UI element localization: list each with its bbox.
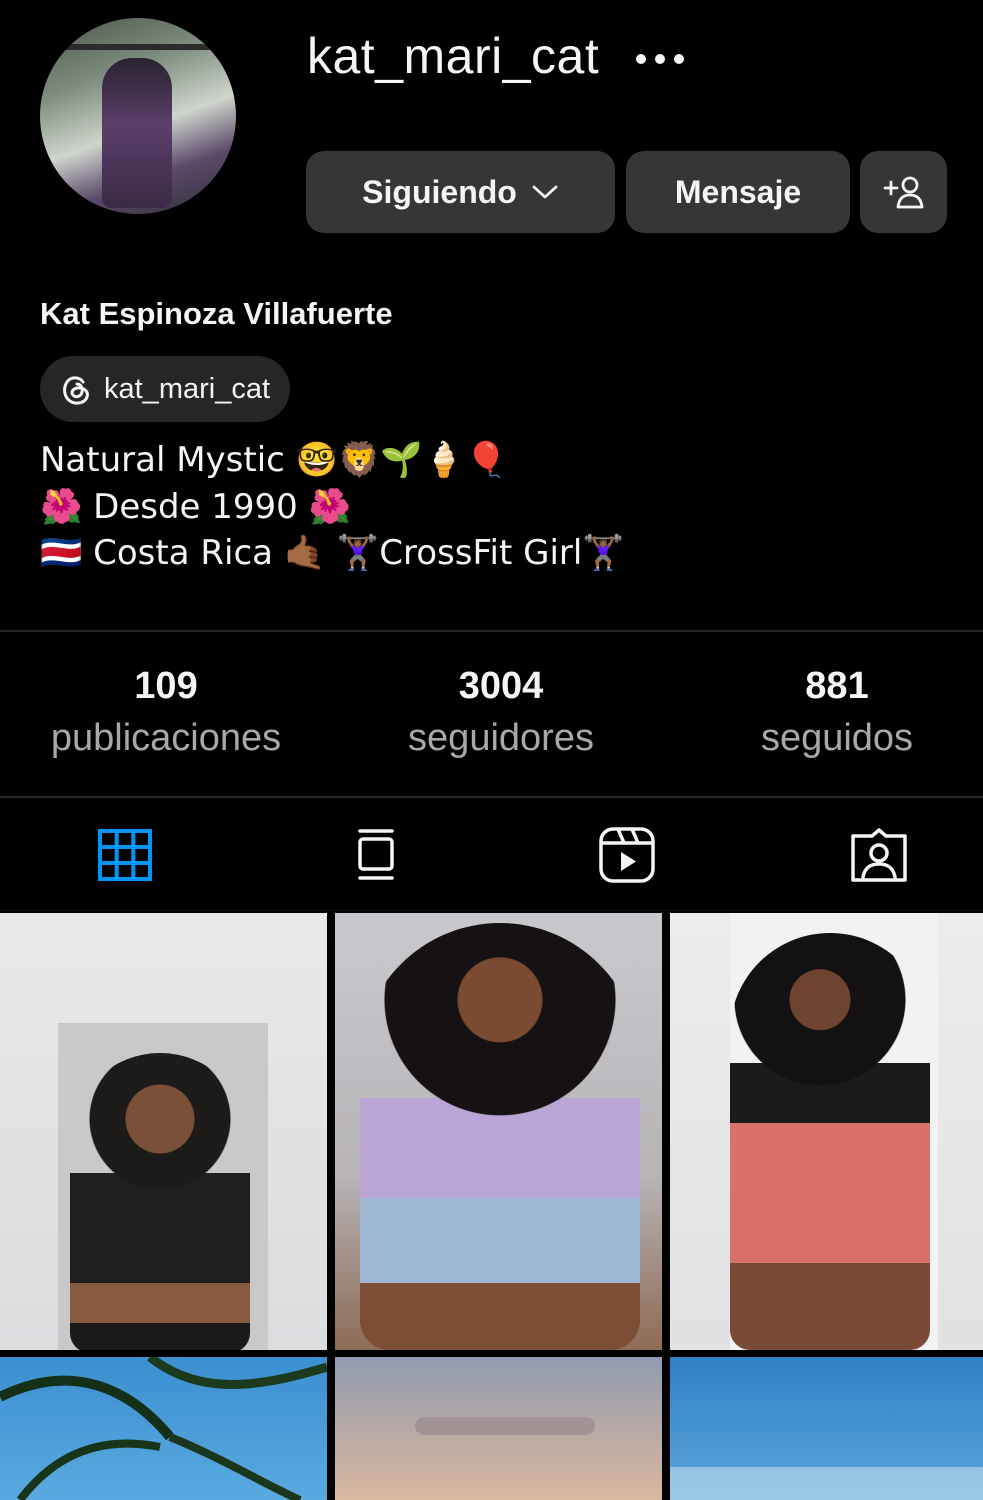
post-thumbnail[interactable] [0,1357,327,1500]
tagged-icon [851,828,907,882]
more-options-icon[interactable] [636,46,696,72]
post-thumbnail[interactable] [0,913,327,1350]
post-person [360,923,640,1350]
palm-leaves [0,1357,327,1500]
threads-icon [63,376,89,405]
reels-icon [599,827,655,883]
message-button[interactable]: Mensaje [626,151,850,233]
post-thumbnail[interactable] [335,913,662,1350]
posts-stat[interactable]: 109 publicaciones [6,660,326,764]
threads-link[interactable]: kat_mari_cat [40,356,291,422]
following-button-label: Siguiendo [362,173,517,210]
tab-reels[interactable] [592,820,662,890]
following-stat[interactable]: 881 seguidos [677,660,983,764]
add-user-icon [883,176,923,209]
post-thumbnail[interactable] [335,1357,662,1500]
message-button-label: Mensaje [674,173,802,210]
profile-bio: Natural Mystic 🤓🦁🌱🍦🎈 🌺 Desde 1990 🌺 🇨🇷 C… [40,437,625,577]
post-thumbnail[interactable] [670,913,983,1350]
avatar-bar-detail [60,44,220,50]
chevron-down-icon [532,185,558,199]
following-count: 881 [805,665,869,707]
following-button[interactable]: Siguiendo [306,151,615,233]
followers-label: seguidores [408,717,594,759]
avatar-figure [102,58,172,208]
post-person [70,1053,250,1350]
followers-stat[interactable]: 3004 seguidores [341,660,661,764]
post-thumbnail[interactable] [670,1357,983,1500]
tab-feed[interactable] [341,820,411,890]
followers-count: 3004 [458,665,544,707]
profile-avatar[interactable] [40,18,236,214]
bio-line-1: Natural Mystic 🤓🦁🌱🍦🎈 [40,440,508,480]
tab-grid[interactable] [90,820,160,890]
following-label: seguidos [760,717,914,759]
profile-full-name: Kat Espinoza Villafuerte [40,296,393,331]
divider-tabs [0,910,983,911]
divider-stats [0,796,983,798]
bio-line-2: 🌺 Desde 1990 🌺 [40,486,351,527]
bio-line-3: 🇨🇷 Costa Rica 🤙🏾 🏋🏾‍♀️CrossFit Girl🏋🏾‍♀️ [40,533,625,573]
divider-top [0,630,983,632]
posts-count: 109 [134,665,198,707]
grid-icon [98,829,152,881]
posts-label: publicaciones [50,717,282,759]
tab-tagged[interactable] [844,820,914,890]
profile-username: kat_mari_cat [307,28,600,84]
threads-handle: kat_mari_cat [104,372,271,405]
feed-icon [358,829,394,880]
add-user-button[interactable] [860,151,947,233]
post-person [730,933,930,1350]
